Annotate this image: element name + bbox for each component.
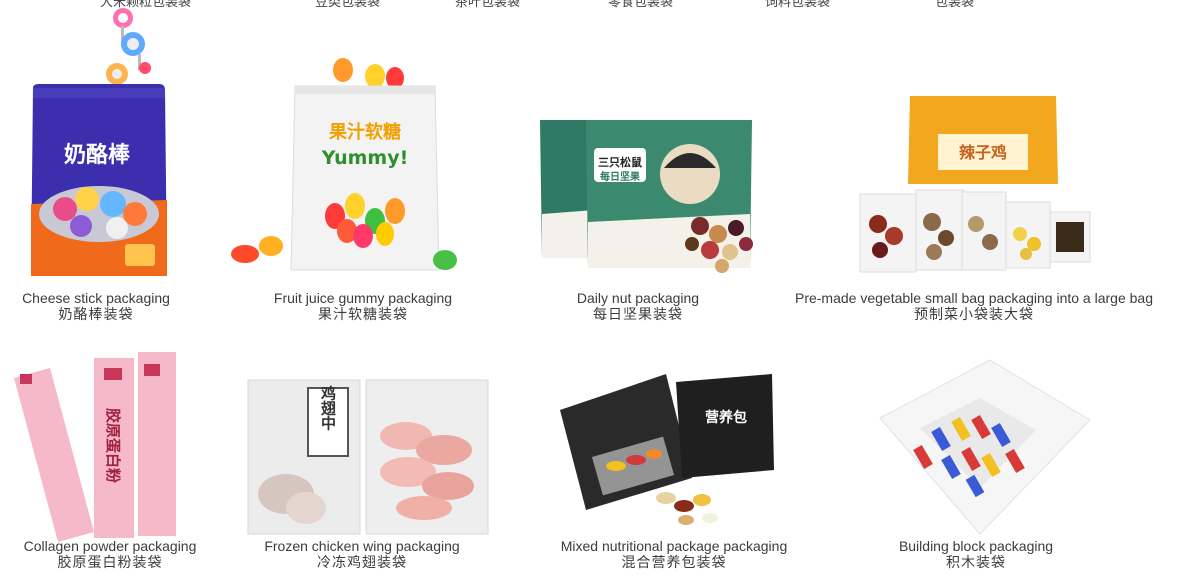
caption-building-block: Building block packaging 积木装袋 bbox=[860, 538, 1092, 570]
caption-en: Frozen chicken wing packaging bbox=[264, 538, 460, 554]
caption-en: Mixed nutritional package packaging bbox=[560, 538, 788, 554]
caption-en: Pre-made vegetable small bag packaging i… bbox=[794, 290, 1153, 306]
daily-nut-pack-text: 三只松鼠 bbox=[598, 155, 642, 169]
caption-frozen-chicken-wing: Frozen chicken wing packaging 冷冻鸡翅装袋 bbox=[240, 538, 484, 570]
caption-cheese-stick: Cheese stick packaging 奶酪棒装袋 bbox=[0, 290, 192, 322]
product-card-pre-made-vegetable[interactable]: 辣子鸡 Pre-made vegetable small bag packagi… bbox=[770, 0, 1178, 330]
caption-cn: 奶酪棒装袋 bbox=[58, 306, 134, 322]
product-card-building-block[interactable]: Building block packaging 积木装袋 bbox=[860, 340, 1100, 576]
caption-en: Cheese stick packaging bbox=[22, 290, 170, 306]
caption-en: Building block packaging bbox=[898, 538, 1054, 554]
fruit-gummy-bag-image: 果汁软糖 Yummy! bbox=[231, 58, 457, 271]
collagen-powder-bag-image: 胶原蛋白粉 bbox=[14, 352, 176, 542]
caption-cn: 预制菜小袋装大袋 bbox=[914, 306, 1034, 322]
chicken-wing-pack-text: 鸡翅中 bbox=[319, 385, 337, 432]
caption-en: Collagen powder packaging bbox=[23, 538, 197, 554]
daily-nut-bag-image: 三只松鼠 每日坚果 bbox=[540, 120, 753, 273]
caption-daily-nut: Daily nut packaging 每日坚果装袋 bbox=[540, 290, 736, 322]
pre-made-vegetable-pack-text: 辣子鸡 bbox=[959, 143, 1007, 162]
caption-cn: 积木装袋 bbox=[946, 554, 1006, 570]
product-card-mixed-nutritional[interactable]: 营养包 Mixed nutritional package packaging … bbox=[540, 340, 810, 576]
product-card-fruit-gummy[interactable]: 果汁软糖 Yummy! Fruit juice gummy packaging … bbox=[225, 0, 475, 330]
collagen-pack-text: 胶原蛋白粉 bbox=[104, 408, 122, 483]
caption-cn: 每日坚果装袋 bbox=[593, 306, 683, 322]
product-card-cheese-stick[interactable]: 奶酪棒 Cheese stick packaging 奶酪棒装袋 bbox=[0, 0, 200, 330]
cheese-stick-pack-text: 奶酪棒 bbox=[64, 142, 131, 168]
product-card-collagen-powder[interactable]: 胶原蛋白粉 Collagen powder packaging 胶原蛋白粉装袋 bbox=[0, 340, 215, 576]
nutrition-pack-text: 营养包 bbox=[705, 409, 747, 426]
caption-en: Daily nut packaging bbox=[576, 290, 700, 306]
caption-cn: 果汁软糖装袋 bbox=[318, 306, 408, 322]
caption-mixed-nutritional: Mixed nutritional package packaging 混合营养… bbox=[540, 538, 808, 570]
caption-cn: 冷冻鸡翅装袋 bbox=[317, 554, 407, 570]
pre-made-vegetable-bag-image: 辣子鸡 bbox=[859, 96, 1091, 273]
product-card-frozen-chicken-wing[interactable]: 鸡翅中 Frozen chicken wing packaging 冷冻鸡翅装袋 bbox=[240, 340, 500, 576]
daily-nut-pack-text2: 每日坚果 bbox=[600, 170, 641, 183]
product-card-daily-nut[interactable]: 三只松鼠 每日坚果 Daily nut packaging 每日坚果装袋 bbox=[540, 0, 770, 330]
mixed-nutritional-bag-image: 营养包 bbox=[560, 374, 774, 525]
frozen-chicken-wing-bag-image: 鸡翅中 bbox=[247, 379, 489, 535]
cheese-stick-bag-image: 奶酪棒 bbox=[31, 8, 167, 276]
caption-cn: 混合营养包装袋 bbox=[621, 554, 727, 570]
caption-cn: 胶原蛋白粉装袋 bbox=[57, 554, 163, 570]
caption-collagen-powder: Collagen powder packaging 胶原蛋白粉装袋 bbox=[0, 538, 220, 570]
gummy-pack-text2: Yummy! bbox=[321, 147, 409, 169]
caption-fruit-gummy: Fruit juice gummy packaging 果汁软糖装袋 bbox=[225, 290, 501, 322]
building-block-bag-image bbox=[879, 359, 1091, 535]
caption-en: Fruit juice gummy packaging bbox=[273, 290, 453, 306]
caption-pre-made-vegetable: Pre-made vegetable small bag packaging i… bbox=[770, 290, 1178, 322]
gummy-pack-text: 果汁软糖 bbox=[328, 121, 401, 143]
